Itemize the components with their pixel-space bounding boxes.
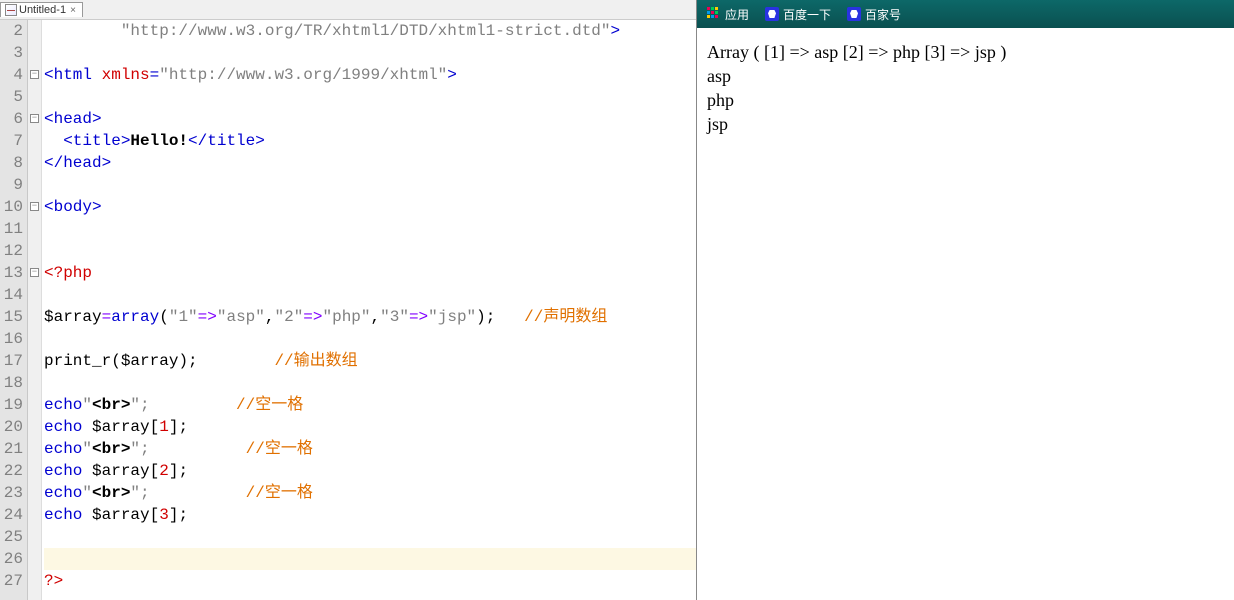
line-number: 9	[0, 174, 23, 196]
code-line[interactable]: echo $array[2];	[44, 460, 696, 482]
line-number: 26	[0, 548, 23, 570]
code-line[interactable]: echo"<br>"; //空一格	[44, 482, 696, 504]
line-number: 19	[0, 394, 23, 416]
code-lines[interactable]: "http://www.w3.org/TR/xhtml1/DTD/xhtml1-…	[42, 20, 696, 600]
code-line[interactable]	[44, 42, 696, 64]
line-number: 18	[0, 372, 23, 394]
code-line[interactable]: </head>	[44, 152, 696, 174]
code-editor-pane: Untitled-1 × 234567891011121314151617181…	[0, 0, 697, 600]
code-line[interactable]: print_r($array); //输出数组	[44, 350, 696, 372]
bookmark-label: 百家号	[865, 6, 901, 23]
code-line[interactable]	[44, 86, 696, 108]
code-line[interactable]: $array=array("1"=>"asp","2"=>"php","3"=>…	[44, 306, 696, 328]
line-number: 17	[0, 350, 23, 372]
line-number: 12	[0, 240, 23, 262]
code-line[interactable]	[44, 328, 696, 350]
output-line: Array ( [1] => asp [2] => php [3] => jsp…	[707, 40, 1224, 64]
fold-toggle-icon[interactable]: −	[30, 114, 39, 123]
line-number: 2	[0, 20, 23, 42]
bookmarks-bar: 应用 百度一下 百家号	[697, 0, 1234, 28]
fold-toggle-icon[interactable]: −	[30, 70, 39, 79]
line-number: 7	[0, 130, 23, 152]
line-number: 13	[0, 262, 23, 284]
line-number: 23	[0, 482, 23, 504]
line-number: 25	[0, 526, 23, 548]
code-line[interactable]: "http://www.w3.org/TR/xhtml1/DTD/xhtml1-…	[44, 20, 696, 42]
line-number: 14	[0, 284, 23, 306]
code-line[interactable]: <?php	[44, 262, 696, 284]
code-line[interactable]: echo"<br>"; //空一格	[44, 394, 696, 416]
code-line[interactable]	[44, 284, 696, 306]
code-line[interactable]	[44, 174, 696, 196]
fold-toggle-icon[interactable]: −	[30, 202, 39, 211]
code-line[interactable]	[44, 372, 696, 394]
bookmark-item[interactable]: 应用	[707, 6, 749, 23]
line-number: 11	[0, 218, 23, 240]
line-number: 24	[0, 504, 23, 526]
code-area[interactable]: 2345678910111213141516171819202122232425…	[0, 20, 696, 600]
line-number: 10	[0, 196, 23, 218]
output-line: asp	[707, 64, 1224, 88]
code-line[interactable]: ?>	[44, 570, 696, 592]
close-icon[interactable]: ×	[68, 5, 78, 15]
code-line[interactable]	[44, 526, 696, 548]
fold-gutter[interactable]: − − − −	[28, 20, 42, 600]
editor-tab[interactable]: Untitled-1 ×	[0, 2, 83, 17]
line-number: 27	[0, 570, 23, 592]
tab-bar: Untitled-1 ×	[0, 0, 696, 20]
output-line: php	[707, 88, 1224, 112]
line-number: 6	[0, 108, 23, 130]
bookmark-label: 百度一下	[783, 6, 831, 23]
code-line[interactable]: echo $array[3];	[44, 504, 696, 526]
browser-output: Array ( [1] => asp [2] => php [3] => jsp…	[697, 28, 1234, 600]
tab-title: Untitled-1	[19, 4, 66, 16]
file-icon	[5, 4, 17, 16]
line-number: 4	[0, 64, 23, 86]
code-line[interactable]: <head>	[44, 108, 696, 130]
browser-pane: 应用 百度一下 百家号 Array ( [1] => asp [2] => php …	[697, 0, 1234, 600]
line-number: 8	[0, 152, 23, 174]
line-number: 15	[0, 306, 23, 328]
code-line[interactable]: echo $array[1];	[44, 416, 696, 438]
code-line[interactable]: echo"<br>"; //空一格	[44, 438, 696, 460]
code-line[interactable]: <title>Hello!</title>	[44, 130, 696, 152]
line-number: 3	[0, 42, 23, 64]
line-number: 16	[0, 328, 23, 350]
baidu-paw-icon	[765, 7, 779, 21]
code-line[interactable]	[44, 218, 696, 240]
line-number-gutter: 2345678910111213141516171819202122232425…	[0, 20, 28, 600]
apps-grid-icon	[707, 7, 721, 21]
line-number: 21	[0, 438, 23, 460]
output-line: jsp	[707, 112, 1224, 136]
code-line[interactable]: <html xmlns="http://www.w3.org/1999/xhtm…	[44, 64, 696, 86]
line-number: 5	[0, 86, 23, 108]
fold-toggle-icon[interactable]: −	[30, 268, 39, 277]
bookmark-label: 应用	[725, 6, 749, 23]
bookmark-item[interactable]: 百度一下	[765, 6, 831, 23]
bookmark-item[interactable]: 百家号	[847, 6, 901, 23]
baidu-paw-icon	[847, 7, 861, 21]
code-line[interactable]	[44, 240, 696, 262]
code-line[interactable]: <body>	[44, 196, 696, 218]
line-number: 22	[0, 460, 23, 482]
line-number: 20	[0, 416, 23, 438]
code-line[interactable]	[44, 548, 696, 570]
